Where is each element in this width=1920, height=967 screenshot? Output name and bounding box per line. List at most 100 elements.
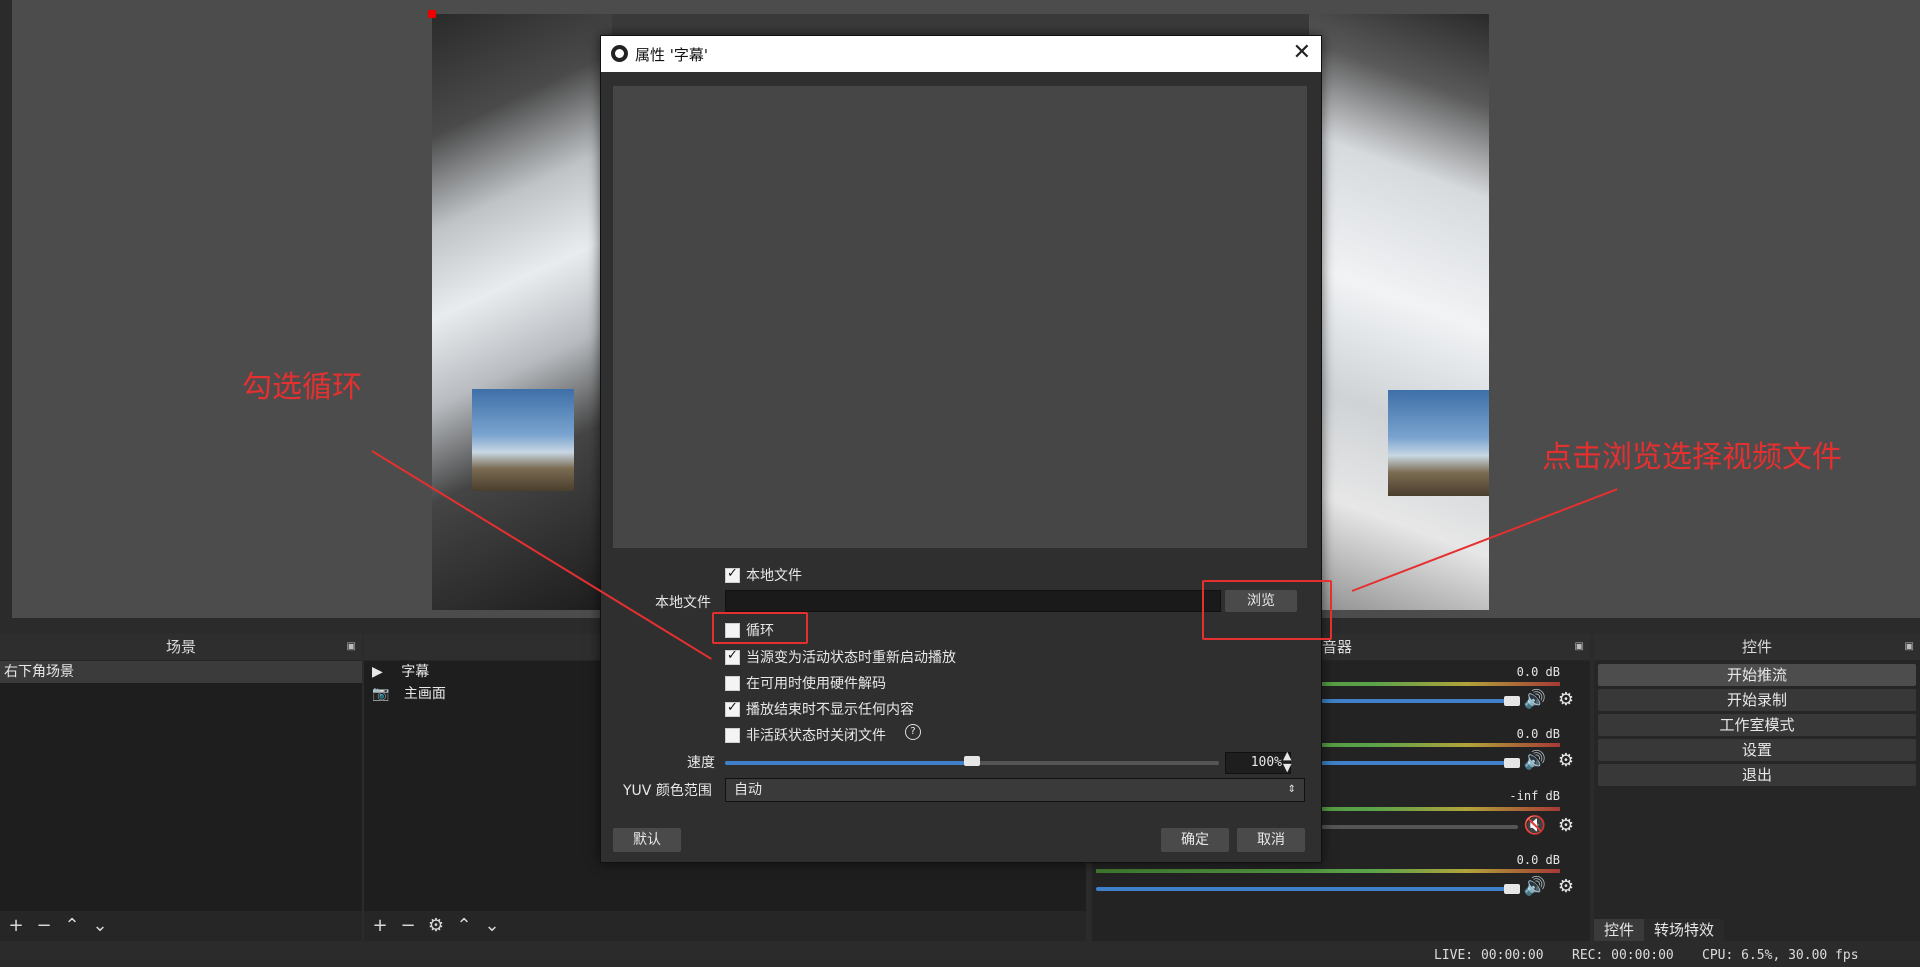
defaults-button[interactable]: 默认 — [613, 828, 681, 852]
local-file-label: 本地文件 — [655, 595, 711, 611]
scenes-title: 场景 ▣ — [0, 634, 362, 660]
spin-down-icon[interactable]: ▼ — [1283, 762, 1291, 773]
local-file-checkbox[interactable] — [725, 566, 740, 583]
track-db-readout: 0.0 dB — [1516, 665, 1560, 679]
help-icon[interactable]: ? — [905, 724, 921, 740]
local-file-checkbox-label: 本地文件 — [746, 568, 802, 584]
hide-on-end-checkbox[interactable] — [725, 700, 740, 717]
float-icon[interactable]: ▣ — [1575, 634, 1584, 660]
volume-meter — [1096, 869, 1560, 873]
exit-button[interactable]: 退出 — [1598, 764, 1916, 786]
close-when-inactive-label: 非活跃状态时关闭文件 — [746, 728, 886, 744]
camera-icon: 📷 — [372, 686, 390, 702]
float-icon[interactable]: ▣ — [347, 634, 356, 660]
add-icon[interactable]: + — [6, 916, 26, 936]
settings-button[interactable]: 设置 — [1598, 739, 1916, 761]
scene-item-label: 右下角场景 — [4, 664, 74, 680]
rec-timer: REC: 00:00:00 — [1572, 948, 1674, 963]
close-icon[interactable]: ✕ — [1293, 40, 1311, 65]
speaker-icon[interactable]: 🔊 — [1524, 876, 1546, 897]
hw-decode-label: 在可用时使用硬件解码 — [746, 676, 886, 692]
start-recording-button[interactable]: 开始录制 — [1598, 689, 1916, 711]
remove-icon[interactable]: − — [34, 916, 54, 936]
live-timer: LIVE: 00:00:00 — [1434, 948, 1544, 963]
gear-icon[interactable]: ⚙ — [426, 916, 446, 936]
obs-logo-icon — [611, 45, 628, 62]
scenes-toolbar: + − ⌃ ⌄ — [0, 911, 362, 941]
start-streaming-button[interactable]: 开始推流 — [1598, 664, 1916, 686]
status-bar: LIVE: 00:00:00 REC: 00:00:00 CPU: 6.5%, … — [0, 945, 1920, 967]
controls-title-text: 控件 — [1741, 638, 1772, 656]
controls-body: 开始推流 开始录制 工作室模式 设置 退出 控件 转场特效 — [1594, 661, 1920, 941]
overlay-image-left — [472, 389, 574, 491]
yuv-range-value: 自动 — [734, 782, 762, 798]
restart-on-activate-label: 当源变为活动状态时重新启动播放 — [746, 650, 956, 666]
mixer-title-text: 音器 — [1322, 638, 1353, 656]
speed-slider-fill — [725, 761, 972, 765]
volume-slider-knob[interactable] — [1504, 884, 1520, 894]
annotation-box-loop — [712, 612, 808, 644]
gear-icon[interactable]: ⚙ — [1558, 815, 1574, 836]
camera-feed-left — [432, 14, 612, 610]
scenes-title-text: 场景 — [165, 638, 196, 656]
chevron-down-icon[interactable]: ⌄ — [90, 916, 110, 936]
play-icon: ▶ — [372, 664, 383, 680]
source-item-label: 主画面 — [403, 686, 446, 702]
controls-tabs: 控件 转场特效 — [1594, 919, 1725, 941]
tab-controls[interactable]: 控件 — [1594, 919, 1645, 941]
cancel-button[interactable]: 取消 — [1237, 828, 1305, 852]
source-preview — [613, 86, 1307, 548]
float-icon[interactable]: ▣ — [1905, 634, 1914, 660]
add-icon[interactable]: + — [370, 916, 390, 936]
scenes-list: 右下角场景 + − ⌃ ⌄ — [0, 661, 362, 941]
camera-feed-right — [1309, 14, 1489, 610]
close-when-inactive-checkbox[interactable] — [725, 728, 740, 743]
volume-slider[interactable] — [1096, 887, 1518, 891]
dialog-title: 属性 '字幕' — [635, 46, 709, 64]
speed-slider-knob[interactable] — [964, 756, 980, 766]
speed-spinbox[interactable]: 100% — [1225, 752, 1291, 774]
ok-button[interactable]: 确定 — [1161, 828, 1229, 852]
chevron-up-icon[interactable]: ⌃ — [62, 916, 82, 936]
hw-decode-checkbox[interactable] — [725, 676, 740, 691]
track-db-readout: 0.0 dB — [1516, 853, 1560, 867]
speaker-muted-icon[interactable]: 🔇 — [1524, 815, 1546, 836]
overlay-image-right — [1388, 390, 1489, 496]
annotation-loop-hint: 勾选循环 — [242, 370, 362, 405]
gear-icon[interactable]: ⚙ — [1558, 750, 1574, 771]
cpu-readout: CPU: 6.5%, 30.00 fps — [1702, 948, 1859, 963]
track-db-readout: -inf dB — [1509, 789, 1560, 803]
tab-transitions[interactable]: 转场特效 — [1644, 919, 1725, 941]
gear-icon[interactable]: ⚙ — [1558, 876, 1574, 897]
selection-handle[interactable] — [428, 10, 436, 18]
controls-dock: 控件 ▣ 开始推流 开始录制 工作室模式 设置 退出 控件 转场特效 — [1594, 634, 1920, 941]
speaker-icon[interactable]: 🔊 — [1524, 750, 1546, 771]
yuv-range-select[interactable]: 自动 ⇕ — [725, 778, 1305, 802]
spin-up-icon[interactable]: ▲ — [1283, 750, 1291, 761]
volume-slider-knob[interactable] — [1504, 758, 1520, 768]
gear-icon[interactable]: ⚙ — [1558, 689, 1574, 710]
speed-label: 速度 — [687, 755, 715, 771]
controls-title: 控件 ▣ — [1594, 634, 1920, 660]
chevron-down-icon[interactable]: ⌄ — [482, 916, 502, 936]
speaker-icon[interactable]: 🔊 — [1524, 689, 1546, 710]
restart-on-activate-checkbox[interactable] — [725, 648, 740, 665]
source-item-label: 字幕 — [401, 664, 430, 680]
studio-mode-button[interactable]: 工作室模式 — [1598, 714, 1916, 736]
yuv-range-label: YUV 颜色范围 — [623, 783, 712, 799]
speed-value: 100% — [1250, 755, 1282, 770]
remove-icon[interactable]: − — [398, 916, 418, 936]
local-file-path-input[interactable] — [725, 590, 1221, 612]
annotation-browse-hint: 点击浏览选择视频文件 — [1542, 440, 1842, 475]
hide-on-end-label: 播放结束时不显示任何内容 — [746, 702, 914, 718]
dialog-titlebar[interactable]: 属性 '字幕' ✕ — [601, 36, 1321, 72]
track-db-readout: 0.0 dB — [1516, 727, 1560, 741]
scenes-dock: 场景 ▣ 右下角场景 + − ⌃ ⌄ — [0, 634, 362, 941]
scene-item[interactable]: 右下角场景 — [0, 661, 362, 683]
annotation-box-browse — [1202, 580, 1332, 640]
volume-slider-knob[interactable] — [1504, 696, 1520, 706]
properties-dialog: 属性 '字幕' ✕ 本地文件 本地文件 浏览 循环 当源变为活动状态时重新启动播… — [600, 35, 1322, 863]
chevron-up-icon[interactable]: ⌃ — [454, 916, 474, 936]
sources-toolbar: + − ⚙ ⌃ ⌄ — [364, 911, 1086, 941]
chevron-updown-icon: ⇕ — [1287, 784, 1296, 795]
